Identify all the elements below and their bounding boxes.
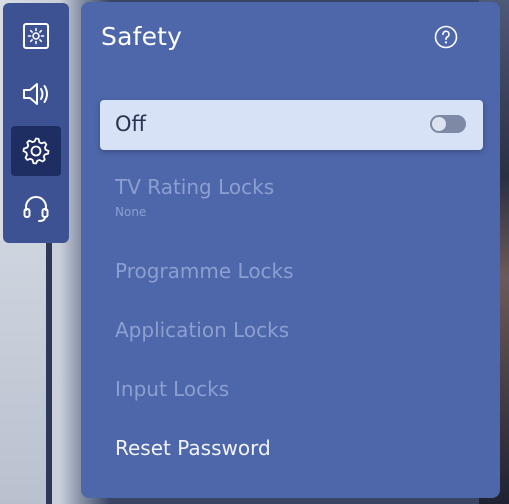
headset-icon	[23, 196, 49, 222]
toggle-knob	[432, 117, 446, 131]
safety-toggle-row[interactable]: Off	[100, 100, 483, 150]
sound-icon	[23, 83, 48, 105]
rail-item-general[interactable]	[11, 126, 61, 176]
menu-item-reset-password[interactable]: Reset Password	[115, 436, 271, 460]
help-button[interactable]	[434, 25, 458, 49]
safety-toggle-switch[interactable]	[430, 115, 466, 133]
rail-item-sound[interactable]	[11, 69, 61, 119]
menu-item-application-locks: Application Locks	[115, 318, 290, 342]
background-video-left	[0, 240, 52, 504]
menu-item-input-locks: Input Locks	[115, 377, 230, 401]
rail-item-support[interactable]	[11, 184, 61, 234]
settings-category-rail	[3, 3, 69, 243]
tv-rating-locks-value: None	[115, 205, 147, 219]
gear-icon	[22, 137, 50, 165]
page-title: Safety	[101, 22, 183, 51]
safety-toggle-label: Off	[115, 112, 146, 136]
rail-item-picture[interactable]	[11, 11, 61, 61]
help-circle-icon	[434, 25, 458, 49]
menu-item-programme-locks: Programme Locks	[115, 259, 294, 283]
picture-settings-icon	[23, 23, 49, 49]
safety-panel: Safety Off TV Rating Locks None Programm…	[81, 2, 500, 498]
menu-item-tv-rating-locks: TV Rating Locks	[115, 175, 275, 199]
